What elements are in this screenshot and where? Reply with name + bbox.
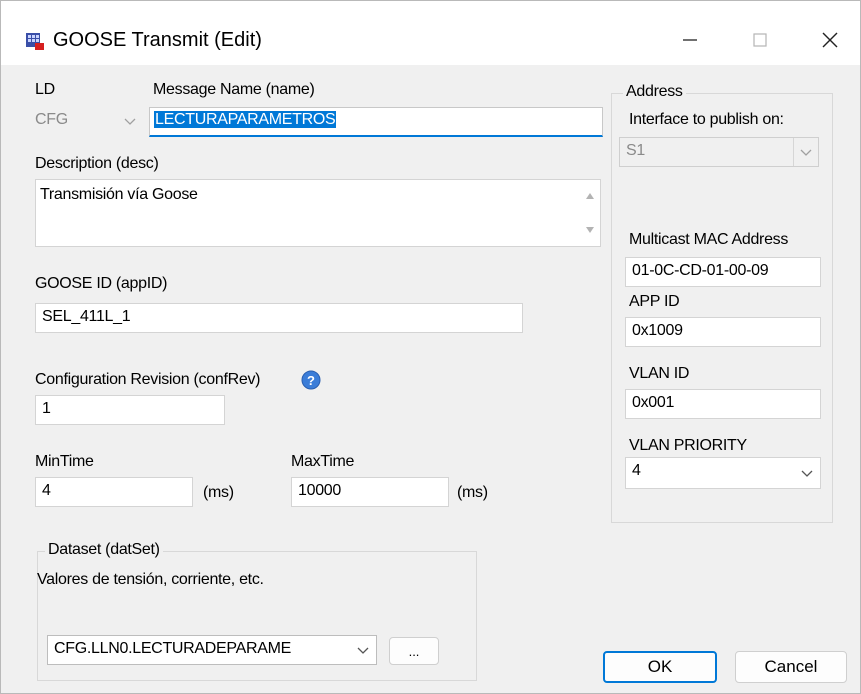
dataset-group-title: Dataset (datSet) [45, 541, 163, 559]
min-time-input[interactable]: 4 [35, 477, 193, 507]
minimize-icon [683, 39, 697, 41]
title-bar[interactable]: GOOSE Transmit (Edit) [1, 1, 860, 65]
vlan-id-label: VLAN ID [629, 365, 690, 382]
dataset-combo[interactable]: CFG.LLN0.LECTURADEPARAME [47, 635, 377, 665]
ld-combo[interactable]: CFG [35, 107, 143, 135]
max-time-input[interactable]: 10000 [291, 477, 449, 507]
message-name-label: Message Name (name) [153, 81, 315, 98]
interface-value: S1 [626, 142, 645, 159]
conf-rev-input[interactable]: 1 [35, 395, 225, 425]
vlan-priority-value: 4 [632, 462, 641, 479]
mac-value: 01-0C-CD-01-00-09 [632, 262, 769, 279]
ok-label: OK [647, 657, 673, 676]
ld-label: LD [35, 81, 55, 98]
vlan-id-input[interactable]: 0x001 [625, 389, 821, 419]
close-icon [822, 32, 838, 48]
dataset-value: CFG.LLN0.LECTURADEPARAME [54, 640, 292, 657]
vlan-id-value: 0x001 [632, 394, 675, 411]
vlan-priority-label: VLAN PRIORITY [629, 437, 747, 454]
dataset-browse-label: ... [408, 643, 420, 659]
minimize-button[interactable] [673, 23, 707, 57]
cancel-label: Cancel [764, 657, 818, 676]
vlan-priority-combo[interactable]: 4 [625, 457, 821, 489]
scroll-down-icon[interactable] [585, 226, 595, 234]
conf-rev-label: Configuration Revision (confRev) [35, 371, 261, 388]
goose-id-label: GOOSE ID (appID) [35, 275, 168, 292]
mac-label: Multicast MAC Address [629, 231, 789, 248]
cancel-button[interactable]: Cancel [735, 651, 847, 683]
description-label: Description (desc) [35, 155, 159, 172]
message-name-input[interactable]: LECTURAPARAMETROS [149, 107, 603, 137]
goose-id-value: SEL_411L_1 [42, 308, 131, 325]
scroll-up-icon[interactable] [585, 192, 595, 200]
max-time-unit: (ms) [457, 484, 488, 501]
interface-label: Interface to publish on: [629, 111, 784, 128]
max-time-label: MaxTime [291, 453, 355, 470]
mac-input[interactable]: 01-0C-CD-01-00-09 [625, 257, 821, 287]
conf-rev-value: 1 [42, 400, 51, 417]
min-time-label: MinTime [35, 453, 94, 470]
goose-transmit-dialog: GOOSE Transmit (Edit) LD CFG Message Nam… [0, 0, 861, 694]
chevron-down-icon [124, 118, 136, 125]
app-icon [26, 33, 44, 50]
min-time-value: 4 [42, 482, 51, 499]
description-scrollbar[interactable] [580, 180, 600, 246]
chevron-down-icon [801, 470, 813, 477]
window-title: GOOSE Transmit (Edit) [53, 29, 262, 51]
address-group-title: Address [623, 83, 686, 101]
svg-text:?: ? [307, 373, 315, 388]
message-name-value: LECTURAPARAMETROS [154, 111, 337, 128]
chevron-down-icon [357, 647, 369, 654]
goose-id-input[interactable]: SEL_411L_1 [35, 303, 523, 333]
maximize-button[interactable] [743, 23, 777, 57]
chevron-down-icon [800, 149, 812, 156]
appid-label: APP ID [629, 293, 680, 310]
maximize-icon [753, 33, 767, 47]
close-button[interactable] [813, 23, 847, 57]
appid-value: 0x1009 [632, 322, 683, 339]
dataset-browse-button[interactable]: ... [389, 637, 439, 665]
interface-combo-dropbutton[interactable] [793, 138, 818, 166]
ok-button[interactable]: OK [603, 651, 717, 683]
appid-input[interactable]: 0x1009 [625, 317, 821, 347]
ld-value: CFG [35, 111, 68, 128]
dataset-description: Valores de tensión, corriente, etc. [37, 571, 264, 588]
help-icon[interactable]: ? [301, 370, 321, 390]
description-textarea[interactable]: Transmisión vía Goose [35, 179, 601, 247]
description-value: Transmisión vía Goose [40, 186, 198, 203]
max-time-value: 10000 [298, 482, 341, 499]
interface-combo[interactable]: S1 [619, 137, 819, 167]
min-time-unit: (ms) [203, 484, 234, 501]
